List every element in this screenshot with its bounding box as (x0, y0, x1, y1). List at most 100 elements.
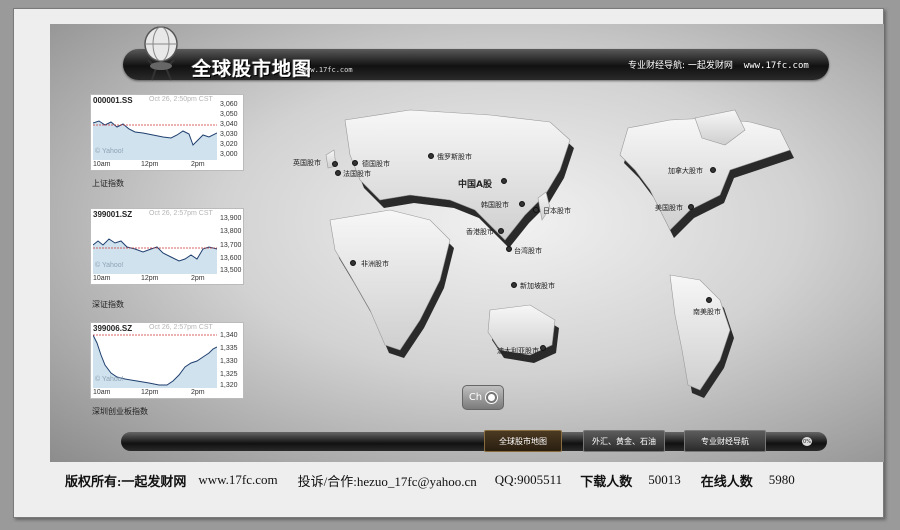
market-dot-taiwan[interactable] (506, 246, 512, 252)
x-axis: 10am 12pm 2pm (93, 275, 217, 285)
market-australia[interactable]: 澳大利亚股市 (497, 346, 539, 356)
y-tick: 1,335 (220, 345, 238, 352)
nav-url[interactable]: www.17fc.com (744, 61, 809, 71)
market-dot-china[interactable] (501, 178, 507, 184)
x-tick: 12pm (141, 389, 159, 396)
y-tick: 3,060 (220, 101, 238, 108)
x-tick: 2pm (191, 275, 205, 282)
market-dot-russia[interactable] (428, 153, 434, 159)
footer-site[interactable]: www.17fc.com (198, 472, 277, 488)
stock-chart[interactable]: 399001.SZ Oct 26, 2:57pm CST 13,900 13,8… (90, 208, 244, 285)
y-tick: 3,040 (220, 121, 238, 128)
y-tick: 3,030 (220, 131, 238, 138)
market-dot-france[interactable] (335, 170, 341, 176)
stock-name: 深圳创业板指数 (92, 407, 148, 416)
market-dot-usa[interactable] (688, 204, 694, 210)
market-taiwan[interactable]: 台湾股市 (514, 246, 542, 256)
stock-time: Oct 26, 2:50pm CST (149, 96, 213, 103)
globe-logo-icon (144, 26, 178, 81)
y-tick: 13,600 (220, 255, 242, 262)
y-tick: 3,000 (220, 151, 238, 158)
market-china[interactable]: 中国A股 (458, 177, 492, 190)
loading-indicator-icon: 0% (802, 437, 812, 446)
y-tick: 3,050 (220, 111, 238, 118)
y-tick: 13,500 (220, 267, 242, 274)
footer-qq: QQ:9005511 (494, 472, 563, 487)
yahoo-watermark: © Yahoo! (95, 262, 124, 269)
market-russia[interactable]: 俄罗斯股市 (437, 152, 472, 162)
online-label: 在线人数 (700, 473, 753, 489)
language-label: Ch (468, 392, 483, 403)
stock-time: Oct 26, 2:57pm CST (149, 324, 213, 331)
market-dot-africa[interactable] (350, 260, 356, 266)
x-tick: 2pm (191, 389, 205, 396)
south-america (669, 274, 731, 391)
x-tick: 2pm (191, 161, 205, 168)
x-tick: 10am (93, 389, 111, 396)
market-france[interactable]: 法国股市 (343, 169, 371, 179)
site-title: 全球股市地图 (192, 58, 313, 80)
stock-time: Oct 26, 2:57pm CST (149, 210, 213, 217)
stock-name: 深证指数 (92, 300, 124, 309)
market-dot-hongkong[interactable] (498, 228, 504, 234)
stock-code: 399001.SZ (93, 210, 133, 219)
market-germany[interactable]: 德国股市 (362, 159, 390, 169)
market-south-america[interactable]: 南美股市 (693, 307, 721, 317)
stock-chart[interactable]: 399006.SZ Oct 26, 2:57pm CST 1,340 1,335… (90, 322, 244, 399)
nav-label[interactable]: 专业财经导航: 一起发财网 (628, 61, 733, 71)
world-map[interactable] (290, 100, 815, 410)
y-tick: 13,700 (220, 242, 242, 249)
market-dot-germany[interactable] (352, 160, 358, 166)
downloads-value: 50013 (648, 472, 681, 487)
y-tick: 1,330 (220, 358, 238, 365)
x-tick: 12pm (141, 161, 159, 168)
language-button[interactable]: Ch (462, 385, 504, 410)
stock-card-chinext[interactable]: 399006.SZ Oct 26, 2:57pm CST 1,340 1,335… (90, 322, 244, 417)
tab-finance-nav[interactable]: 专业财经导航 (684, 430, 766, 452)
market-uk[interactable]: 英国股市 (293, 158, 321, 168)
africa (329, 209, 451, 351)
market-canada[interactable]: 加拿大股市 (668, 166, 703, 176)
nav-right[interactable]: 专业财经导航: 一起发财网 www.17fc.com (628, 58, 809, 71)
tab-global-map[interactable]: 全球股市地图 (484, 430, 562, 452)
tab-forex-gold-oil[interactable]: 外汇、黄金、石油 (583, 430, 665, 452)
market-dot-korea[interactable] (519, 201, 525, 207)
yahoo-watermark: © Yahoo! (95, 148, 124, 155)
market-dot-canada[interactable] (710, 167, 716, 173)
footer-contact[interactable]: 投诉/合作:hezuo_17fc@yahoo.cn (298, 471, 477, 490)
x-tick: 10am (93, 275, 111, 282)
stock-code: 000001.SS (93, 96, 133, 105)
footer: 版权所有:一起发财网 www.17fc.com 投诉/合作:hezuo_17fc… (65, 470, 865, 490)
y-tick: 13,800 (220, 228, 242, 235)
yahoo-watermark: © Yahoo! (95, 376, 124, 383)
stock-code: 399006.SZ (93, 324, 133, 333)
y-tick: 1,340 (220, 332, 238, 339)
market-korea[interactable]: 韩国股市 (481, 200, 509, 210)
market-dot-australia[interactable] (540, 345, 546, 351)
market-usa[interactable]: 美国股市 (655, 203, 683, 213)
x-axis: 10am 12pm 2pm (93, 389, 217, 399)
market-dot-singapore[interactable] (511, 282, 517, 288)
y-tick: 13,900 (220, 215, 242, 222)
online-value: 5980 (768, 472, 795, 487)
market-africa[interactable]: 非洲股市 (361, 259, 389, 269)
stock-card-shenzhen[interactable]: 399001.SZ Oct 26, 2:57pm CST 13,900 13,8… (90, 208, 244, 310)
market-dot-uk[interactable] (332, 161, 338, 167)
x-axis: 10am 12pm 2pm (93, 161, 217, 171)
stock-chart[interactable]: 000001.SS Oct 26, 2:50pm CST 3,060 3,050… (90, 94, 244, 171)
y-tick: 3,020 (220, 141, 238, 148)
market-hongkong[interactable]: 香港股市 (466, 227, 494, 237)
market-dot-south-america[interactable] (706, 297, 712, 303)
x-tick: 12pm (141, 275, 159, 282)
gear-icon (486, 392, 498, 403)
market-singapore[interactable]: 新加坡股市 (520, 281, 555, 291)
y-tick: 1,325 (220, 371, 238, 378)
x-tick: 10am (93, 161, 111, 168)
stock-card-shanghai[interactable]: 000001.SS Oct 26, 2:50pm CST 3,060 3,050… (90, 94, 244, 189)
y-axis: 1,340 1,335 1,330 1,325 1,320 (220, 329, 244, 391)
market-dot-japan[interactable] (533, 207, 539, 213)
y-axis: 13,900 13,800 13,700 13,600 13,500 (220, 215, 244, 277)
y-tick: 1,320 (220, 382, 238, 389)
downloads-label: 下载人数 (580, 473, 633, 489)
market-japan[interactable]: 日本股市 (543, 206, 571, 216)
